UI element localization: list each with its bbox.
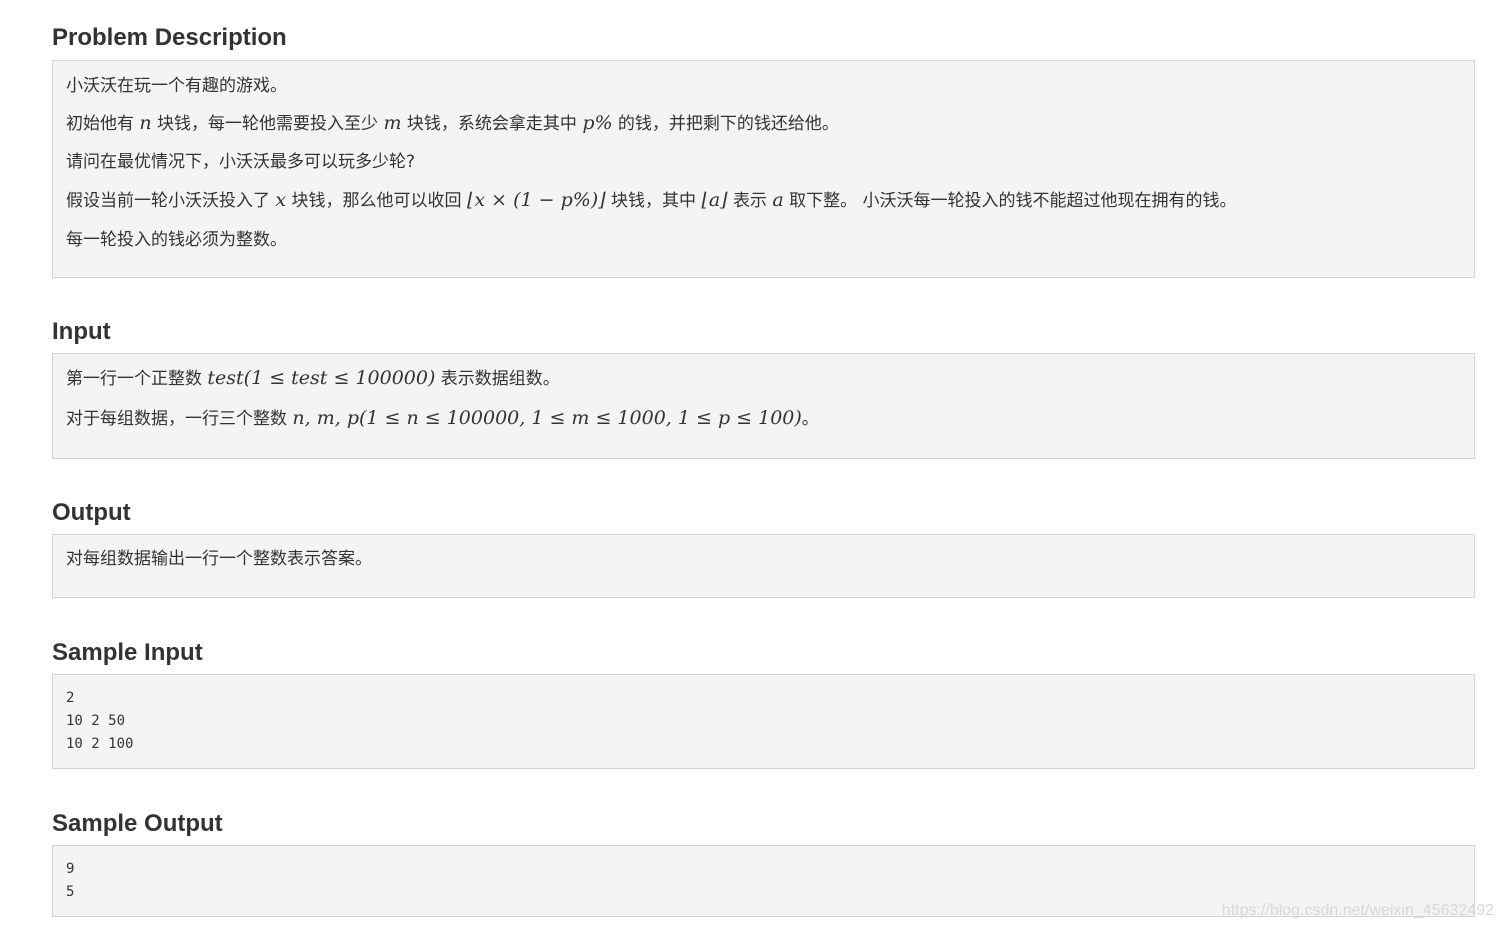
sample-output-title: Sample Output: [52, 810, 223, 837]
problem-description-title: Problem Description: [52, 24, 287, 51]
problem-line-3: 请问在最优情况下，小沃沃最多可以玩多少轮?: [66, 152, 416, 172]
input-title: Input: [52, 318, 111, 345]
var-m: m: [383, 112, 402, 134]
input-formula-2: n, m, p(1 ≤ n ≤ 100000, 1 ≤ m ≤ 1000, 1 …: [292, 407, 802, 429]
var-p-percent: p%: [582, 112, 613, 134]
output-line-1: 对每组数据输出一行一个整数表示答案。: [66, 549, 372, 569]
output-title: Output: [52, 499, 131, 526]
problem-line-5: 每一轮投入的钱必须为整数。: [66, 230, 287, 250]
output-box: 对每组数据输出一行一个整数表示答案。: [52, 534, 1475, 598]
sample-output-line-1: 9: [66, 861, 75, 877]
problem-description-box: 小沃沃在玩一个有趣的游戏。 初始他有 n 块钱，每一轮他需要投入至少 m 块钱，…: [52, 60, 1475, 278]
input-line-2: 对于每组数据，一行三个整数 n, m, p(1 ≤ n ≤ 100000, 1 …: [66, 407, 819, 429]
problem-line-2: 初始他有 n 块钱，每一轮他需要投入至少 m 块钱，系统会拿走其中 p% 的钱，…: [66, 112, 839, 134]
sample-input-line-3: 10 2 100: [66, 736, 134, 752]
var-x: x: [275, 189, 287, 211]
var-a: a: [772, 189, 784, 211]
input-formula-1: test(1 ≤ test ≤ 100000): [207, 367, 436, 389]
watermark: https://blog.csdn.net/weixin_45632492: [1221, 902, 1494, 919]
sample-input-box[interactable]: 2 10 2 50 10 2 100: [52, 674, 1475, 769]
floor-a: ⌊a⌋: [701, 189, 728, 211]
sample-input-line-2: 10 2 50: [66, 713, 126, 729]
input-box: 第一行一个正整数 test(1 ≤ test ≤ 100000) 表示数据组数。…: [52, 353, 1475, 459]
sample-input-title: Sample Input: [52, 639, 203, 666]
sample-output-line-2: 5: [66, 884, 75, 900]
var-n: n: [139, 112, 152, 134]
input-line-1: 第一行一个正整数 test(1 ≤ test ≤ 100000) 表示数据组数。: [66, 367, 560, 389]
problem-line-1: 小沃沃在玩一个有趣的游戏。: [66, 76, 287, 96]
problem-line-4: 假设当前一轮小沃沃投入了 x 块钱，那么他可以收回 ⌊x × (1 − p%)⌋…: [66, 189, 1237, 211]
floor-formula: ⌊x × (1 − p%)⌋: [466, 189, 606, 211]
sample-input-line-1: 2: [66, 690, 75, 706]
